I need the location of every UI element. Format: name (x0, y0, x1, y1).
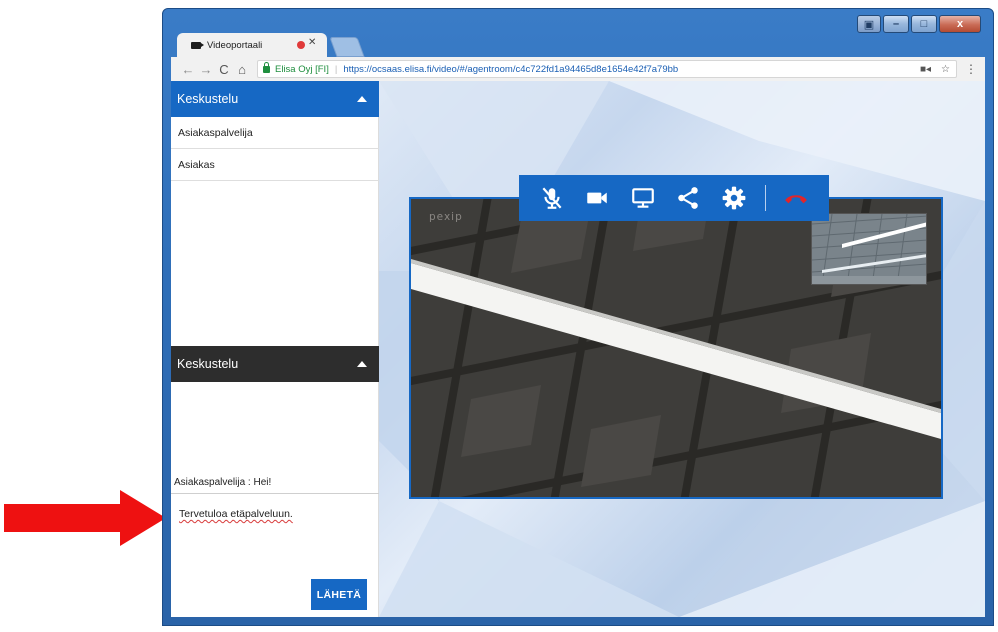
lock-icon (263, 61, 270, 73)
participants-panel-header[interactable]: Keskustelu (171, 81, 379, 117)
recording-indicator-icon (297, 41, 305, 49)
back-icon[interactable]: ← (179, 62, 197, 77)
self-view-frame (812, 214, 926, 284)
address-bar[interactable]: Elisa Oyj [FI] | https://ocsaas.elisa.fi… (257, 60, 957, 78)
site-identity: Elisa Oyj [FI] (275, 63, 329, 75)
collapse-caret-icon[interactable] (357, 96, 367, 102)
user-icon[interactable]: ▣ (857, 15, 881, 33)
chat-input-text: Tervetuloa etäpalveluun. (179, 508, 293, 520)
minimize-button[interactable]: – (883, 15, 909, 33)
participant-name: Asiakaspalvelija (178, 126, 253, 139)
call-controls-bar (519, 175, 829, 221)
tab-close-icon[interactable]: ✕ (308, 37, 316, 48)
chat-header-title: Keskustelu (177, 357, 239, 371)
url-text: https://ocsaas.elisa.fi/video/#/agentroo… (343, 63, 679, 75)
red-arrow-icon (4, 490, 166, 546)
window-controls: ▣ – □ x (857, 15, 981, 33)
close-button[interactable]: x (939, 15, 981, 33)
screen-share-icon (631, 188, 654, 208)
url-separator: | (334, 63, 338, 75)
microphone-muted-icon (542, 187, 562, 209)
participant-name: Asiakas (178, 158, 215, 171)
browser-window: ▣ – □ x Videoportaali ✕ ← → C ⌂ Elisa Oy… (162, 8, 994, 626)
web-page: Keskustelu Asiakaspalvelija Asiakas Kesk… (171, 81, 985, 617)
forward-icon[interactable]: → (197, 62, 215, 77)
home-icon[interactable]: ⌂ (233, 62, 251, 77)
bookmark-star-icon[interactable]: ☆ (941, 64, 950, 75)
tab-title: Videoportaali (207, 39, 263, 51)
share-button[interactable] (666, 175, 712, 221)
maximize-button[interactable]: □ (911, 15, 937, 33)
video-camera-favicon-icon (191, 41, 204, 49)
sidebar: Keskustelu Asiakaspalvelija Asiakas Kesk… (171, 81, 379, 617)
address-bar-icons: ■◂ ☆ (920, 64, 950, 75)
reload-icon[interactable]: C (215, 62, 233, 77)
video-watermark: pexip (429, 211, 463, 223)
participant-item[interactable]: Asiakas (171, 149, 379, 181)
mute-microphone-button[interactable] (529, 175, 575, 221)
browser-menu-icon[interactable]: ⋮ (965, 62, 977, 76)
chat-message: Asiakaspalvelija : Hei! (174, 477, 272, 488)
screenshot-stage: ▣ – □ x Videoportaali ✕ ← → C ⌂ Elisa Oy… (0, 0, 998, 632)
new-tab-button[interactable] (329, 37, 365, 57)
browser-toolbar: ← → C ⌂ Elisa Oyj [FI] | https://ocsaas.… (171, 57, 985, 81)
settings-button[interactable] (711, 175, 757, 221)
collapse-caret-icon[interactable] (357, 361, 367, 367)
share-icon (678, 187, 698, 209)
settings-icon (722, 186, 746, 210)
chat-panel-header[interactable]: Keskustelu (171, 346, 379, 382)
hang-up-icon (785, 195, 808, 204)
camera-button[interactable] (575, 175, 621, 221)
send-button[interactable]: LÄHETÄ (311, 579, 367, 610)
participant-item[interactable]: Asiakaspalvelija (171, 117, 379, 149)
remote-video[interactable]: pexip (409, 197, 943, 499)
controls-divider (764, 185, 766, 211)
camera-in-use-icon[interactable]: ■◂ (920, 64, 931, 75)
self-view-video[interactable] (811, 213, 927, 285)
tab-strip: Videoportaali ✕ (177, 33, 577, 57)
participants-header-title: Keskustelu (177, 92, 239, 106)
hang-up-button[interactable] (773, 175, 819, 221)
screen-share-button[interactable] (620, 175, 666, 221)
video-area: pexip (379, 81, 985, 617)
camera-icon (587, 192, 607, 204)
